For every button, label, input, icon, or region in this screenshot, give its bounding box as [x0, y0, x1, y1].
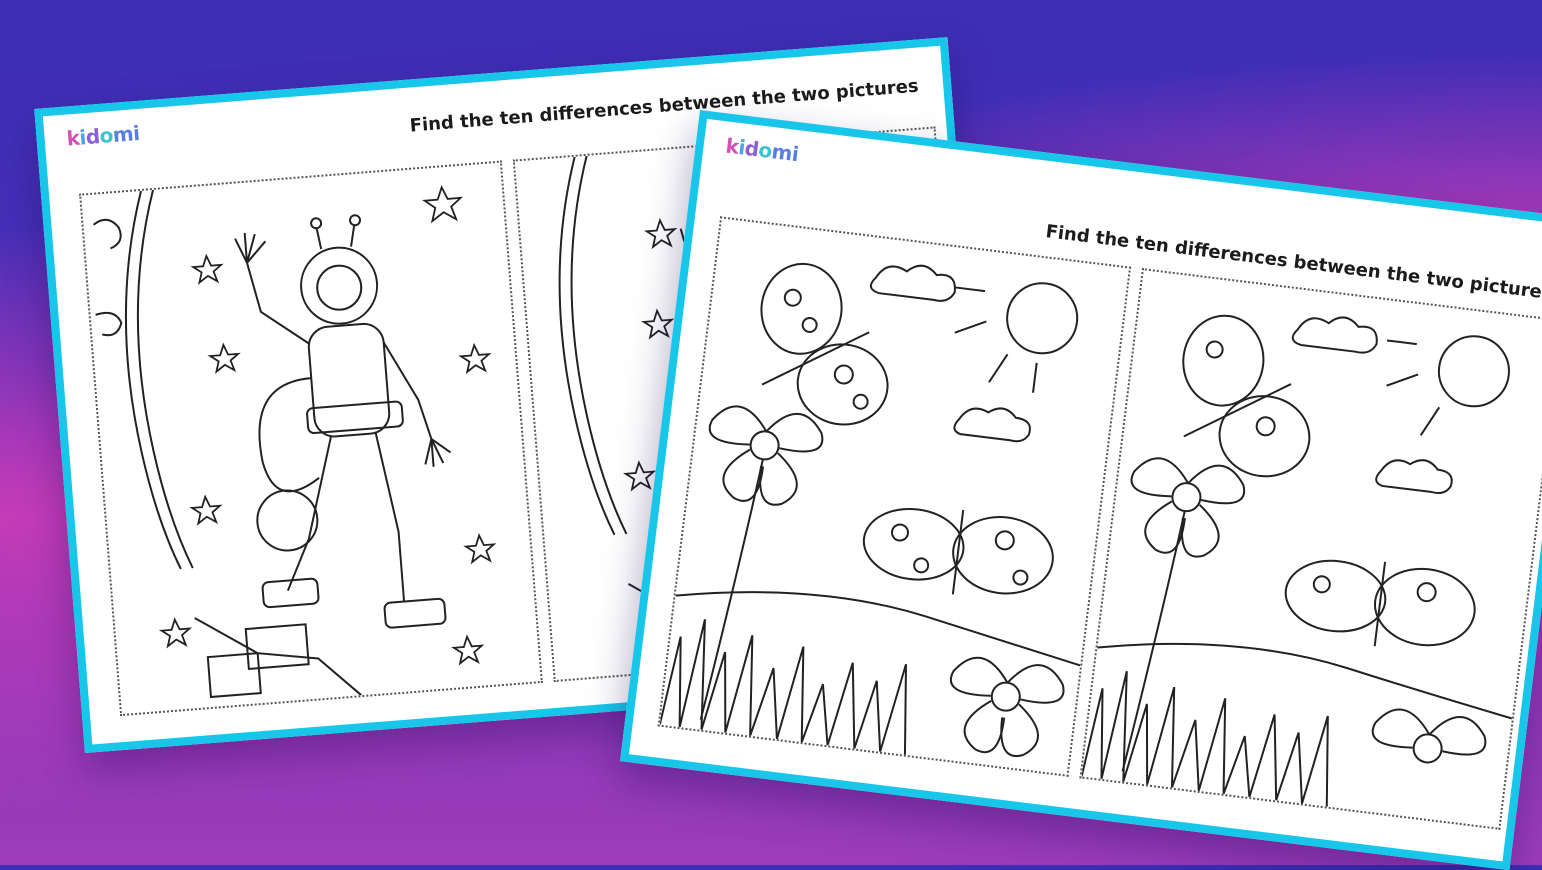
garden-illustration-copy	[1081, 314, 1513, 807]
picture-right	[1079, 268, 1542, 830]
astronaut-illustration	[92, 184, 497, 699]
kidomi-logo: kidomi	[724, 133, 800, 167]
worksheet-garden: kidomi Find the ten differences between …	[620, 110, 1542, 870]
picture-left	[657, 216, 1132, 777]
garden-illustration	[659, 262, 1081, 758]
picture-left	[79, 160, 543, 717]
kidomi-logo: kidomi	[65, 120, 141, 151]
